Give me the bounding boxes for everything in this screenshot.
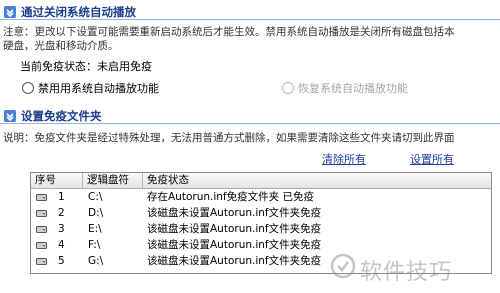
immune-folder-note: 说明：免疫文件夹是经过特殊处理，无法用普通方式删除，如果需要清除这些文件夹请切到…: [3, 132, 455, 144]
row-index: 5: [58, 255, 65, 267]
row-drive: G:\: [88, 255, 104, 267]
watermark-logo-icon: [330, 253, 356, 279]
watermark-text: 软件技巧: [360, 260, 453, 285]
hard-drive-icon: [36, 210, 47, 217]
radio-restore-autoplay-label[interactable]: 恢复系统自动播放功能: [298, 80, 408, 96]
row-index: 4: [58, 239, 65, 251]
row-index: 2: [58, 207, 65, 219]
set-all-link[interactable]: 设置所有: [410, 151, 454, 167]
section-divider: [0, 19, 500, 20]
row-status: 该磁盘未设置Autorun.inf文件夹免疫: [147, 223, 322, 235]
section-arrow-icon: [4, 6, 16, 18]
autoplay-note-line1: 注意：更改以下设置可能需要重新启动系统后才能生效。禁用系统自动播放是关闭所有磁盘…: [3, 26, 455, 38]
column-header-index[interactable]: 序号: [31, 173, 83, 188]
hard-drive-icon: [36, 242, 47, 249]
section-title-autoplay: 通过关闭系统自动播放: [21, 5, 136, 19]
radio-restore-autoplay[interactable]: [282, 82, 294, 94]
table-row[interactable]: 4 F:\ 该磁盘未设置Autorun.inf文件夹免疫: [31, 238, 491, 253]
row-status: 该磁盘未设置Autorun.inf文件夹免疫: [147, 255, 322, 267]
autoplay-note-line2: 硬盘，光盘和移动介质。: [3, 40, 119, 52]
section-arrow-icon: [4, 110, 16, 122]
table-row[interactable]: 3 E:\ 该磁盘未设置Autorun.inf文件夹免疫: [31, 222, 491, 237]
hard-drive-icon: [36, 258, 47, 265]
row-status: 该磁盘未设置Autorun.inf文件夹免疫: [147, 207, 322, 219]
radio-disable-autoplay[interactable]: [22, 82, 34, 94]
table-row[interactable]: 2 D:\ 该磁盘未设置Autorun.inf文件夹免疫: [31, 206, 491, 221]
table-header: 序号 逻辑盘符 免疫状态: [31, 173, 491, 189]
row-status: 该磁盘未设置Autorun.inf文件夹免疫: [147, 239, 322, 251]
row-index: 1: [58, 191, 65, 203]
hard-drive-icon: [36, 194, 47, 201]
column-header-drive[interactable]: 逻辑盘符: [83, 173, 143, 188]
immunity-status: 当前免疫状态：未启用免疫: [20, 58, 152, 74]
row-drive: C:\: [88, 191, 103, 203]
immunity-status-value: 未启用免疫: [97, 60, 152, 73]
radio-disable-autoplay-label[interactable]: 禁用用系统自动播放功能: [38, 80, 159, 96]
column-header-status[interactable]: 免疫状态: [143, 173, 491, 188]
immunity-status-label: 当前免疫状态：: [20, 60, 97, 73]
section-divider: [0, 123, 500, 124]
row-drive: F:\: [88, 239, 101, 251]
hard-drive-icon: [36, 226, 47, 233]
clear-all-link[interactable]: 清除所有: [322, 151, 366, 167]
row-drive: E:\: [88, 223, 102, 235]
table-row[interactable]: 1 C:\ 存在Autorun.inf免疫文件夹 已免疫: [31, 190, 491, 205]
row-status: 存在Autorun.inf免疫文件夹 已免疫: [147, 191, 314, 203]
row-index: 3: [58, 223, 65, 235]
row-drive: D:\: [88, 207, 104, 219]
section-title-immune-folder: 设置免疫文件夹: [21, 109, 102, 123]
